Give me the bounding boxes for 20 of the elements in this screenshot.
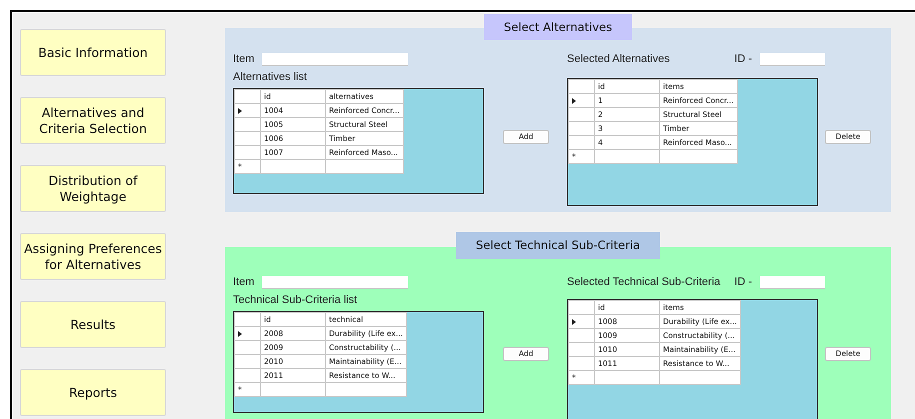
id-field[interactable]	[760, 52, 825, 66]
nav-button[interactable]: Alternatives and Criteria Selection	[20, 97, 166, 144]
item-field[interactable]	[262, 276, 408, 288]
section-title: Select Alternatives	[484, 14, 632, 40]
id-label: ID -	[734, 275, 752, 289]
section-title: Select Technical Sub-Criteria	[456, 232, 660, 259]
item-field[interactable]	[262, 52, 408, 66]
selected-label: Selected Alternatives	[567, 52, 671, 66]
nav-button[interactable]: Basic Information	[20, 29, 166, 76]
selected-label: Selected Technical Sub-Criteria	[567, 275, 722, 289]
nav-button[interactable]: Distribution of Weightage	[20, 165, 166, 212]
list-label: Alternatives list	[233, 70, 308, 84]
id-field[interactable]	[760, 276, 825, 288]
id-label: ID -	[734, 52, 752, 66]
item-label: Item	[233, 52, 254, 66]
item-label: Item	[233, 275, 254, 289]
nav-button[interactable]: Reports	[20, 369, 166, 416]
nav-button[interactable]: Assigning Preferences for Alternatives	[20, 233, 166, 280]
list-label: Technical Sub-Criteria list	[233, 293, 358, 307]
nav-button[interactable]: Results	[20, 301, 166, 348]
